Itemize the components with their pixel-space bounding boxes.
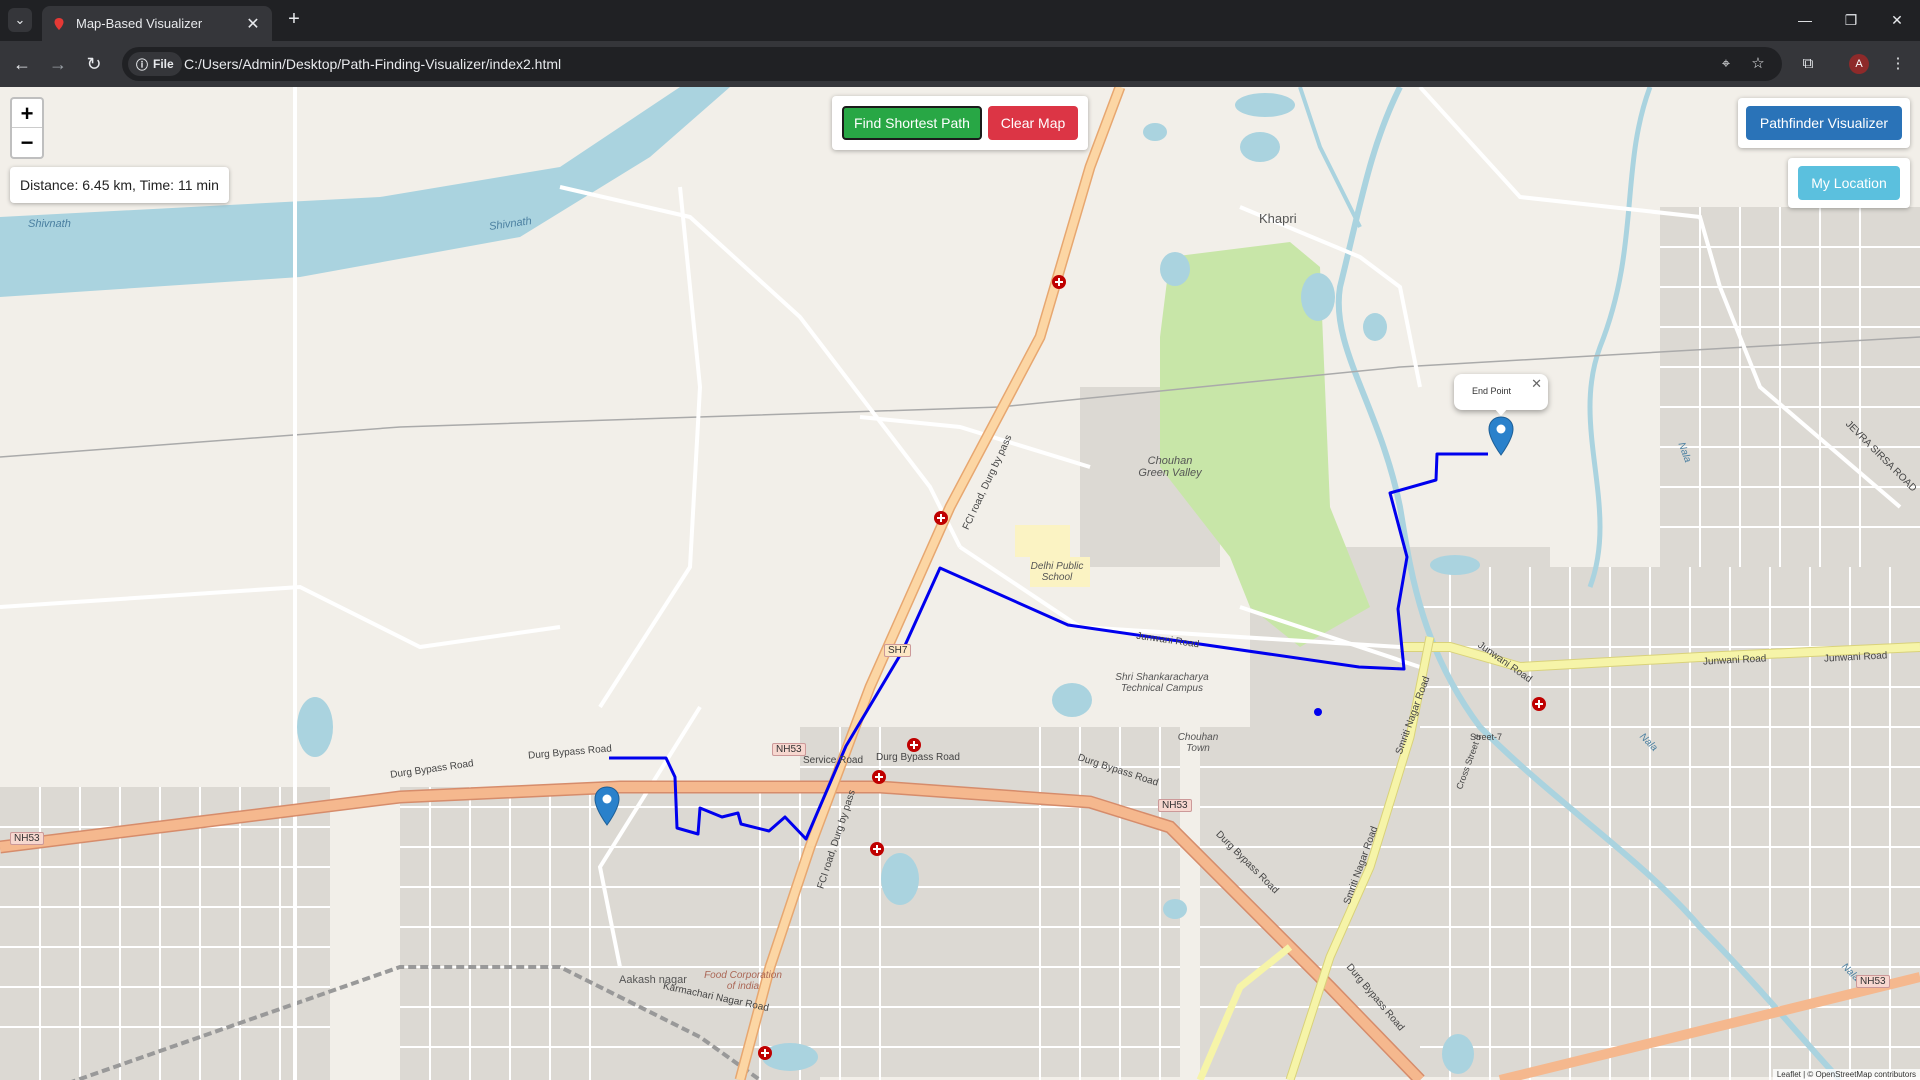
back-button[interactable]: ← bbox=[10, 52, 34, 76]
zoom-in-button[interactable]: + bbox=[12, 99, 42, 128]
zoom-out-button[interactable]: − bbox=[12, 128, 42, 157]
minimize-button[interactable]: — bbox=[1790, 8, 1820, 32]
locality-label: Chouhan Green Valley bbox=[1138, 455, 1202, 479]
restore-button[interactable]: ❐ bbox=[1836, 8, 1866, 32]
end-point-popup: End Point ✕ bbox=[1454, 374, 1548, 416]
find-shortest-path-button[interactable]: Find Shortest Path bbox=[842, 106, 982, 140]
river-label: Shivnath bbox=[28, 218, 71, 230]
visualizer-panel: Pathfinder Visualizer bbox=[1738, 98, 1910, 148]
distance-time-text: Distance: 6.45 km, Time: 11 min bbox=[20, 177, 219, 193]
locality-label: Khapri bbox=[1259, 211, 1297, 226]
my-location-button[interactable]: My Location bbox=[1798, 166, 1900, 200]
url-text: C:/Users/Admin/Desktop/Path-Finding-Visu… bbox=[184, 56, 562, 72]
tab-title: Map-Based Visualizer bbox=[76, 16, 203, 31]
reload-button[interactable]: ↻ bbox=[82, 52, 106, 76]
road-label: Service Road bbox=[803, 755, 864, 766]
school-label: Delhi Public School bbox=[1030, 561, 1084, 583]
highway-shield: SH7 bbox=[884, 644, 912, 657]
tab-close-icon[interactable]: ✕ bbox=[244, 14, 262, 34]
popup-close-icon[interactable]: ✕ bbox=[1531, 376, 1542, 392]
map-attribution[interactable]: Leaflet | © OpenStreetMap contributors bbox=[1772, 1069, 1920, 1080]
campus-label: Shri Shankaracharya Technical Campus bbox=[1115, 672, 1209, 694]
clear-map-button[interactable]: Clear Map bbox=[988, 106, 1078, 140]
highway-shield: NH53 bbox=[1158, 799, 1192, 812]
new-tab-button[interactable]: + bbox=[282, 8, 306, 32]
browser-tab[interactable]: Map-Based Visualizer ✕ bbox=[42, 6, 272, 41]
end-marker-icon[interactable] bbox=[1488, 416, 1514, 456]
location-pin-icon[interactable]: ⌖ bbox=[1716, 54, 1736, 74]
extensions-icon[interactable]: ⧉ bbox=[1796, 52, 1820, 76]
map-container[interactable]: Shivnath Shivnath Khapri Chouhan Green V… bbox=[0, 87, 1920, 1080]
action-panel: Find Shortest Path Clear Map bbox=[832, 96, 1088, 150]
zoom-control: + − bbox=[10, 97, 44, 159]
poi-label: Food Corporation of india bbox=[704, 970, 782, 992]
browser-menu-icon[interactable]: ⋮ bbox=[1886, 52, 1910, 76]
info-icon: ⓘ bbox=[136, 57, 149, 72]
favicon-icon bbox=[54, 17, 64, 30]
site-info-chip[interactable]: ⓘ File bbox=[128, 52, 182, 76]
distance-info-box: Distance: 6.45 km, Time: 11 min bbox=[10, 167, 229, 203]
forward-button[interactable]: → bbox=[46, 52, 70, 76]
location-panel: My Location bbox=[1788, 158, 1910, 208]
locality-label: Chouhan Town bbox=[1177, 732, 1219, 754]
current-location-dot bbox=[1314, 708, 1322, 716]
highway-shield: NH53 bbox=[10, 832, 44, 845]
address-bar[interactable]: ⓘ File C:/Users/Admin/Desktop/Path-Findi… bbox=[122, 47, 1782, 81]
highway-shield: NH53 bbox=[1856, 975, 1890, 988]
popup-text: End Point bbox=[1472, 386, 1512, 396]
start-marker-icon[interactable] bbox=[594, 786, 620, 826]
bookmark-star-icon[interactable]: ☆ bbox=[1748, 54, 1768, 74]
road-label: Durg Bypass Road bbox=[876, 752, 960, 763]
browser-tab-bar: ⌄ Map-Based Visualizer ✕ + — ❐ ✕ bbox=[0, 0, 1920, 41]
close-window-button[interactable]: ✕ bbox=[1882, 8, 1912, 32]
browser-toolbar: ← → ↻ ⓘ File C:/Users/Admin/Desktop/Path… bbox=[0, 41, 1920, 87]
pathfinder-visualizer-button[interactable]: Pathfinder Visualizer bbox=[1746, 106, 1902, 140]
tab-search-button[interactable]: ⌄ bbox=[8, 8, 32, 32]
highway-shield: NH53 bbox=[772, 743, 806, 756]
site-chip-label: File bbox=[153, 57, 174, 71]
profile-avatar[interactable]: A bbox=[1849, 54, 1869, 74]
map-tiles bbox=[0, 87, 1920, 1080]
